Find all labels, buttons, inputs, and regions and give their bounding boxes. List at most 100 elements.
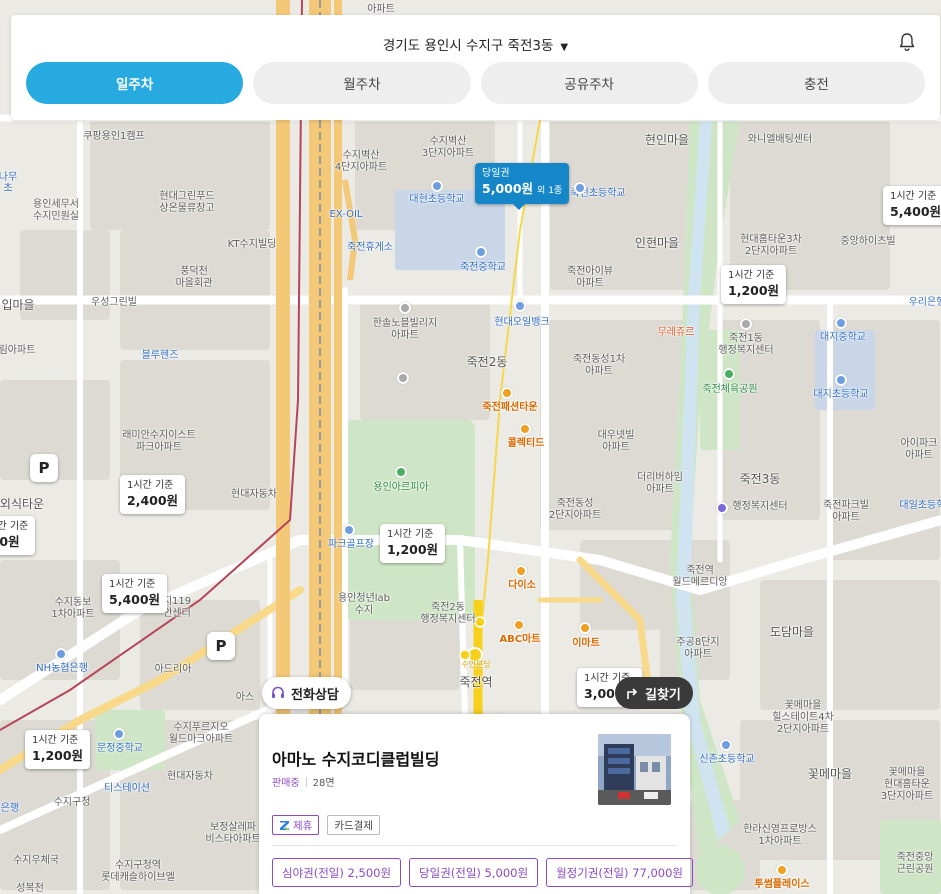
map-label: 현대오일뱅크	[494, 317, 550, 328]
map-label: 아이파크 아파트	[900, 438, 938, 461]
pin-price: 1,200원	[728, 283, 780, 298]
map-label: 티스테이션	[104, 783, 150, 794]
shop-icon	[515, 565, 527, 577]
map-label: 죽전역	[459, 675, 493, 689]
map-label: 죽전동성 2단지아파트	[548, 498, 602, 521]
shop-icon	[513, 619, 525, 631]
map-label: 죽전패션타운	[482, 402, 538, 413]
pin-price: 5,400원	[890, 204, 941, 219]
map-label: 다이소	[508, 580, 536, 591]
map-label: 도담마을	[769, 625, 815, 639]
parking-price-pin[interactable]: 1시간 기준 2,400원	[120, 475, 186, 514]
parking-price-pin[interactable]: 1시간 기준 5,400원	[102, 574, 168, 613]
map-label: 죽전파크빌 아파트	[823, 500, 869, 523]
parking-price-pin[interactable]: 1시간 기준 1,200원	[721, 265, 787, 304]
pin-price: 5,000원 외 1종	[482, 181, 563, 196]
map-label: 죽전중앙 근린공원	[896, 852, 934, 875]
map-label: 외식타운	[0, 497, 45, 511]
parking-lot-photo[interactable]	[598, 734, 671, 805]
map-label: 대지초등학교	[813, 389, 869, 400]
map-label: 보정살레파 비스타아파트	[205, 822, 261, 845]
map-label: 수지동보 1차아파트	[51, 597, 95, 620]
school-icon	[720, 739, 732, 751]
school-icon	[113, 728, 125, 740]
space-count: 28면	[312, 778, 335, 789]
parking-lot-meta: 판매중 28면	[272, 774, 335, 789]
tab-monthly-parking[interactable]: 월주차	[253, 62, 471, 104]
sale-status: 판매중	[272, 778, 300, 789]
map-label: 수지푸르지오 월드마크아파트	[168, 722, 234, 745]
map-label: 죽전2동	[466, 355, 508, 369]
tab-shared-parking[interactable]: 공유주차	[480, 62, 698, 104]
bank-icon	[55, 648, 67, 660]
map-label: 수인분당	[461, 660, 491, 669]
parking-lot-card[interactable]: 아마노 수지코디클럽빌딩 판매중 28면 제휴 카드결제 심야권(전일) 2,5…	[259, 714, 693, 894]
map-label: 쿠팡용인1캠프	[83, 131, 145, 142]
map-label: 수지벽산 3단지아파트	[421, 136, 475, 159]
partner-badge: 제휴	[272, 815, 320, 835]
directions-button[interactable]: 길찾기	[615, 677, 693, 709]
map-label: 한라신영프로방스 1차아파트	[743, 824, 817, 847]
parking-lot-marker[interactable]: P	[30, 454, 58, 482]
parking-price-pin[interactable]: 1시간 기준 1,200원	[25, 730, 91, 769]
map-label: 문정중학교	[97, 743, 143, 754]
map-label: 수지벽산 4단지아파트	[334, 150, 388, 173]
map-label: 현대그린푸드 상온물류창고	[159, 191, 215, 214]
parking-price-pin[interactable]: 1시간 기준 1,200원	[380, 524, 446, 563]
parking-lot-title: 아마노 수지코디클럽빌딩	[272, 750, 440, 769]
phone-consult-label: 전화상담	[291, 687, 339, 703]
card-payment-badge: 카드결제	[327, 815, 380, 835]
parking-price-pin[interactable]: 1시간 기준 400원	[0, 516, 36, 555]
apartment-icon	[399, 302, 411, 314]
map-label: 용인세무서 수지민원실	[33, 199, 79, 222]
pin-price: 5,400원	[109, 592, 161, 607]
map-label: 신촌초등학교	[699, 754, 755, 765]
parking-price-pin[interactable]: 1시간 기준 5,400원	[883, 186, 941, 225]
map-label: 죽전휴게소	[347, 242, 393, 253]
map-label: 죽전3동	[739, 472, 781, 486]
shop-icon	[519, 423, 531, 435]
map-label: 아드리아	[154, 664, 192, 675]
pin-label: 1시간 기준	[127, 480, 174, 491]
tab-charging[interactable]: 충전	[707, 62, 925, 104]
turn-right-arrow-icon	[627, 688, 638, 699]
pin-price: 400원	[0, 534, 20, 549]
pin-price: 1,200원	[32, 748, 84, 763]
cafe-icon	[776, 864, 788, 876]
parking-type-tabs: 일주차 월주차 공유주차 충전	[26, 62, 925, 104]
map-label: 우성그린빌	[91, 297, 137, 308]
map-label: 성복천	[16, 883, 44, 894]
parking-price-pin-selected[interactable]: 당일권 5,000원 외 1종	[475, 163, 570, 210]
map-label: 와니엘배팅센터	[747, 134, 813, 145]
map-label: 더리버하임 아파트	[637, 472, 683, 495]
top-panel: 경기도 용인시 수지구 죽전3동 ▼ 일주차 월주차 공유주차 충전	[11, 15, 940, 120]
bell-icon[interactable]	[898, 32, 916, 52]
pin-price: 1,200원	[387, 542, 439, 557]
pin-label: 당일권	[482, 168, 510, 179]
pin-label: 1시간 기준	[0, 521, 29, 532]
map-label: 꽃메마을 현대홈타운 3단지아파트	[880, 767, 934, 802]
sports-icon	[343, 524, 355, 536]
map-label: 블루헨즈	[141, 350, 179, 361]
map-label: 대지중학교	[820, 332, 866, 343]
feature-badges: 제휴 카드결제	[272, 815, 380, 835]
map-label: 중앙하이츠빌	[840, 236, 896, 247]
divider	[305, 776, 307, 787]
day-pass-ticket[interactable]: 당일권(전일) 5,000원	[409, 858, 539, 887]
map-label: 지119 안센터	[162, 596, 192, 619]
divider	[272, 845, 677, 846]
map-label: 죽전2동 행정복지센터	[420, 602, 476, 625]
school-icon	[574, 182, 586, 194]
pin-label: 1시간 기준	[109, 579, 156, 590]
location-selector[interactable]: 경기도 용인시 수지구 죽전3동 ▼	[11, 34, 940, 54]
phone-consult-button[interactable]: 전화상담	[262, 677, 351, 709]
map-label: 파크골프장	[328, 539, 374, 550]
gas-station-icon	[514, 300, 526, 312]
monthly-pass-ticket[interactable]: 월정기권(전일) 77,000원	[546, 858, 693, 887]
map-label: 래미안수지이스트 파크아파트	[122, 430, 196, 453]
tab-daily-parking[interactable]: 일주차	[26, 62, 244, 104]
map-label: 대현초등학교	[409, 194, 465, 205]
map-label: 대우넷빌 아파트	[597, 430, 635, 453]
parking-lot-marker[interactable]: P	[207, 632, 235, 660]
night-pass-ticket[interactable]: 심야권(전일) 2,500원	[272, 858, 402, 887]
